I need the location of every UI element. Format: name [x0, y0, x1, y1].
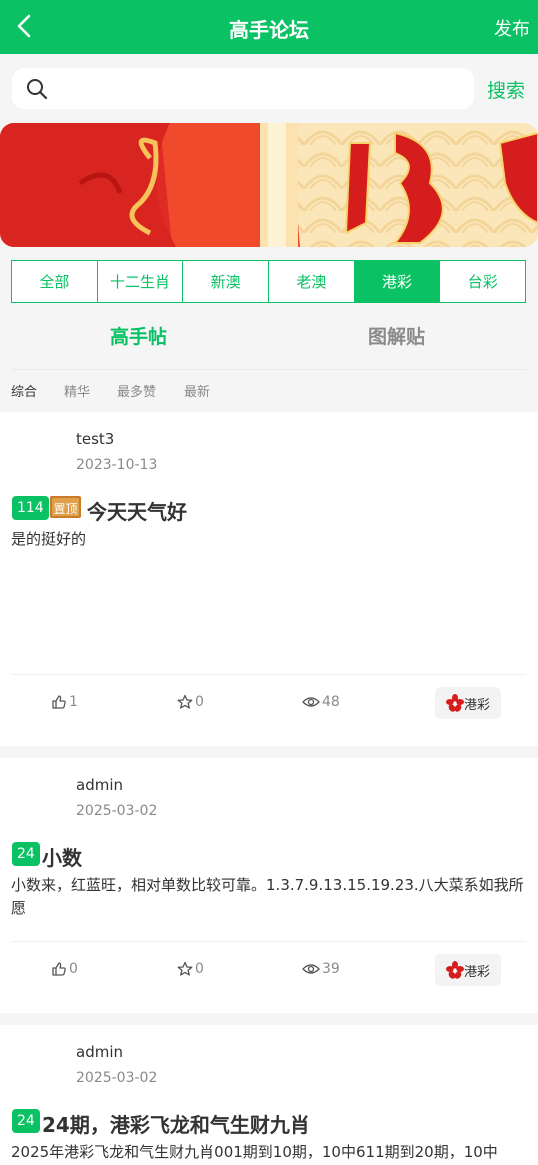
page-title: 高手论坛 [229, 18, 309, 42]
search-icon [27, 79, 48, 100]
view-count-value: 48 [322, 694, 340, 710]
publish-button[interactable]: 发布 [494, 15, 530, 41]
search-button[interactable]: 搜索 [487, 76, 525, 103]
category-tag[interactable]: 港彩 [435, 687, 501, 719]
search-box [12, 68, 474, 109]
thumbs-up-icon [52, 695, 66, 709]
post-body: 小数来，红蓝旺，相对单数比较可靠。1.3.7.9.13.15.19.23.八大菜… [11, 876, 524, 917]
post-body: 2025年港彩飞龙和气生财九肖001期到10期，10中611期到20期，10中 [11, 1143, 498, 1161]
issue-badge: 24 [12, 1109, 40, 1133]
view-count-value: 39 [322, 961, 340, 977]
like-count[interactable]: 0 [51, 961, 78, 977]
tab-expert-posts[interactable]: 高手帖 [110, 322, 167, 349]
post-date: 2023-10-13 [76, 457, 158, 473]
view-count: 48 [302, 694, 340, 710]
banner-image [0, 123, 538, 247]
issue-badge: 24 [12, 842, 40, 866]
post-divider [11, 674, 526, 675]
star-icon [177, 694, 193, 709]
post-card[interactable]: admin 2025-03-02 24 24期，港彩飞龙和气生财九肖 2025年… [0, 1025, 538, 1165]
bauhinia-flower-icon [445, 694, 464, 712]
sort-most-liked[interactable]: 最多赞 [117, 381, 156, 400]
eye-icon [302, 697, 320, 707]
category-tab-taiwan[interactable]: 台彩 [440, 261, 525, 302]
sort-comprehensive[interactable]: 综合 [11, 381, 37, 400]
issue-badge: 114 [12, 496, 49, 520]
post-card[interactable]: admin 2025-03-02 24 小数 小数来，红蓝旺，相对单数比较可靠。… [0, 758, 538, 1013]
post-title[interactable]: 今天天气好 [87, 496, 187, 525]
star-icon [177, 961, 193, 976]
promo-banner[interactable] [0, 123, 538, 247]
post-type-tabs: 高手帖 图解贴 [0, 322, 538, 352]
post-divider [11, 941, 526, 942]
favorite-count-value: 0 [195, 961, 204, 977]
post-author[interactable]: admin [76, 1043, 123, 1061]
eye-icon [302, 964, 320, 974]
like-count-value: 1 [69, 694, 78, 710]
favorite-count[interactable]: 0 [177, 694, 204, 710]
tab-illustrated-posts[interactable]: 图解贴 [368, 322, 425, 349]
category-tag[interactable]: 港彩 [435, 954, 501, 986]
post-author[interactable]: admin [76, 776, 123, 794]
like-count[interactable]: 1 [51, 694, 78, 710]
favorite-count-value: 0 [195, 694, 204, 710]
post-author[interactable]: test3 [76, 430, 114, 448]
post-date: 2025-03-02 [76, 1070, 158, 1086]
category-tag-label: 港彩 [463, 697, 490, 713]
tabs-divider [11, 369, 526, 370]
category-tab-all[interactable]: 全部 [12, 261, 98, 302]
category-tab-zodiac[interactable]: 十二生肖 [98, 261, 184, 302]
view-count: 39 [302, 961, 340, 977]
category-tab-new-macau[interactable]: 新澳 [183, 261, 270, 302]
post-card[interactable]: test3 2023-10-13 114 置顶 今天天气好 是的挺好的 1 0 … [0, 412, 538, 746]
sort-featured[interactable]: 精华 [64, 381, 90, 400]
sort-newest[interactable]: 最新 [184, 381, 210, 400]
pinned-badge: 置顶 [50, 496, 81, 518]
post-date: 2025-03-02 [76, 803, 158, 819]
post-title[interactable]: 小数 [42, 842, 82, 871]
category-tab-hk[interactable]: 港彩 [354, 261, 441, 302]
category-tab-old-macau[interactable]: 老澳 [269, 261, 355, 302]
post-body: 是的挺好的 [11, 530, 87, 548]
favorite-count[interactable]: 0 [177, 961, 204, 977]
category-tag-label: 港彩 [463, 964, 490, 980]
search-input[interactable] [58, 74, 458, 102]
category-tabs: 全部 十二生肖 新澳 老澳 港彩 台彩 [11, 260, 526, 303]
post-title[interactable]: 24期，港彩飞龙和气生财九肖 [42, 1109, 310, 1138]
bauhinia-flower-icon [445, 961, 464, 979]
thumbs-up-icon [52, 962, 66, 976]
top-nav-bar: 高手论坛 发布 [0, 0, 538, 54]
like-count-value: 0 [69, 961, 78, 977]
